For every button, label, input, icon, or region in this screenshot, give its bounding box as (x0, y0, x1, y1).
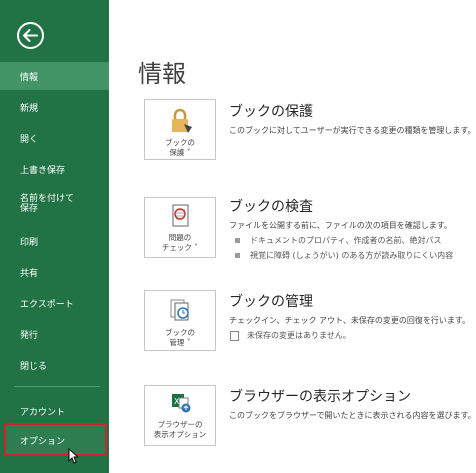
manage-heading: ブックの管理 (229, 294, 313, 310)
lock-icon (172, 108, 192, 133)
manage-description: チェックイン、チェック アウト、未保存の変更の回復を行います。 (229, 316, 471, 325)
sidebar-item-publish[interactable]: 発行 (0, 320, 109, 348)
inspect-description: ファイルを公開する前に、ファイルの次の項目を確認します。 (229, 221, 452, 230)
manage-workbook-button[interactable]: ブックの 管理 ˅ (144, 290, 216, 351)
mouse-cursor-icon (68, 448, 78, 464)
inspect-document-icon (172, 204, 189, 227)
sidebar-item-save[interactable]: 上書き保存 (0, 155, 109, 183)
sidebar-item-open[interactable]: 開く (0, 124, 109, 152)
check-issues-button[interactable]: 問題の チェック ˅ (144, 197, 216, 258)
browser-options-heading: ブラウザーの表示オプション (229, 389, 411, 405)
protect-heading: ブックの保護 (229, 104, 313, 120)
document-icon (230, 330, 239, 341)
sidebar-item-export[interactable]: エクスポート (0, 289, 109, 317)
manage-note: 未保存の変更はありません。 (230, 330, 351, 341)
sidebar-item-account[interactable]: アカウント (0, 397, 109, 425)
back-arrow-icon[interactable] (16, 21, 45, 50)
inspect-heading: ブックの検査 (229, 199, 313, 215)
sidebar-item-share[interactable]: 共有 (0, 258, 109, 286)
sidebar-item-save-as[interactable]: 名前を付けて 保存 (0, 189, 109, 219)
backstage-sidebar: 情報 新規 開く 上書き保存 名前を付けて 保存 印刷 共有 エクスポート 発行… (0, 0, 109, 473)
page-title: 情報 (138, 60, 186, 88)
excel-browser-icon: X (172, 394, 191, 413)
sidebar-item-new[interactable]: 新規 (0, 93, 109, 121)
sidebar-item-info[interactable]: 情報 (0, 62, 109, 90)
sidebar-divider (14, 386, 100, 387)
inspect-bullet-2: 視覚に障碍 (しょうがい) のある方が読み取りにくい内容 (235, 250, 453, 261)
browser-options-description: このブックをブラウザーで開いたときに表示される内容を選びます。 (229, 411, 476, 420)
bullet-icon (235, 253, 240, 258)
sidebar-item-print[interactable]: 印刷 (0, 227, 109, 255)
sidebar-item-options[interactable]: オプション (0, 426, 109, 454)
bullet-icon (235, 238, 240, 243)
inspect-bullet-1: ドキュメントのプロパティ、作成者の名前、絶対パス (235, 235, 442, 246)
sidebar-item-close[interactable]: 閉じる (0, 351, 109, 379)
browser-view-options-button[interactable]: X ブラウザーの 表示オプション (144, 385, 216, 446)
manage-versions-icon (170, 299, 189, 321)
protect-description: このブックに対してユーザーが実行できる変更の種類を管理します。 (229, 126, 476, 135)
info-pane: 情報 ブックの 保護 ˅ ブックの保護 このブックに対してユーザーが実行できる変… (109, 0, 476, 473)
protect-workbook-button[interactable]: ブックの 保護 ˅ (144, 99, 216, 160)
